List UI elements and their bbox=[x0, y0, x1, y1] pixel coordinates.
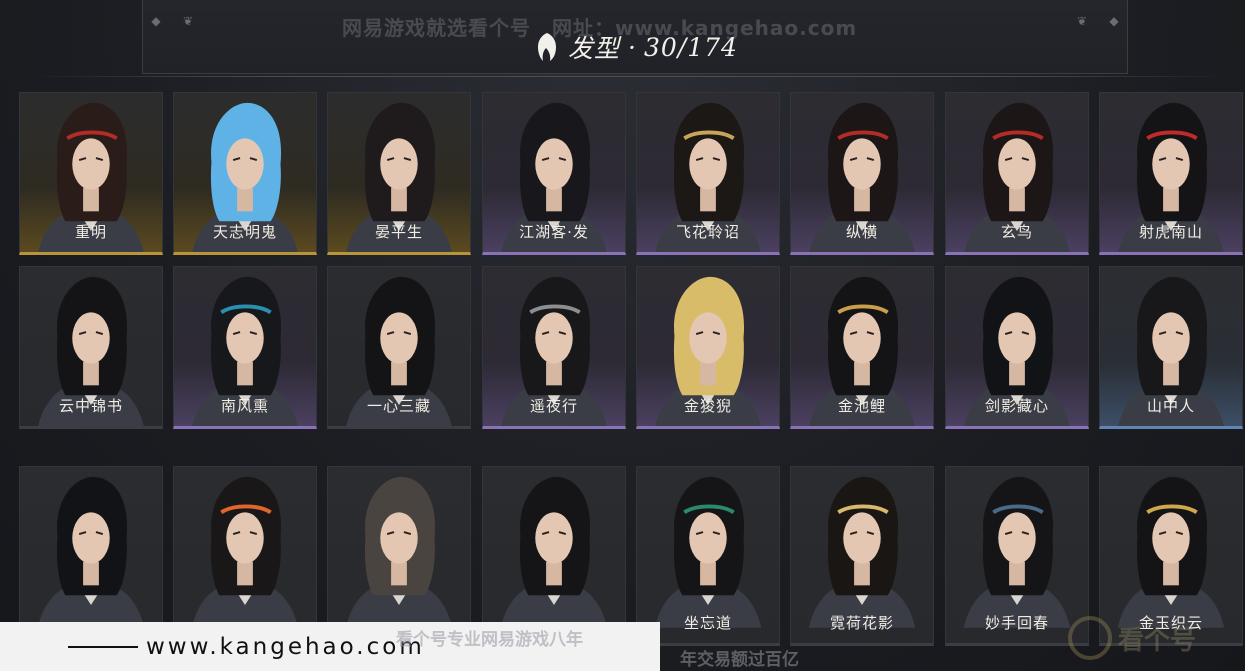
hair-icon bbox=[538, 33, 556, 61]
hairstyle-name: 金狻猊 bbox=[683, 397, 732, 415]
ornament-left-icon: ◆ bbox=[151, 14, 161, 28]
hairstyle-card[interactable] bbox=[173, 466, 317, 646]
hairstyle-name: 遥夜行 bbox=[529, 397, 578, 415]
watermark-url: www.kangehao.com bbox=[146, 633, 425, 660]
hairstyle-name: 云中锦书 bbox=[58, 397, 123, 415]
hairstyle-name: 山中人 bbox=[1146, 397, 1195, 415]
watermark-slogan: 看个号专业网易游戏八年 年交易额过百亿 bbox=[396, 630, 799, 670]
hairstyle-name: 剑影藏心 bbox=[984, 397, 1049, 415]
hairstyle-name: 江湖客·发 bbox=[519, 223, 589, 241]
hairstyle-card[interactable]: 纵横 bbox=[790, 92, 934, 255]
hairstyle-card[interactable]: 金池鲤 bbox=[790, 266, 934, 429]
watermark-slogan-line2: 年交易额过百亿 bbox=[680, 650, 799, 670]
hairstyle-card[interactable]: 晏平生 bbox=[327, 92, 471, 255]
watermark-logo-text: 看个号 bbox=[1118, 625, 1197, 656]
ornament-right-icon: ◆ bbox=[1109, 14, 1119, 28]
hairstyle-card[interactable]: 霓荷花影 bbox=[790, 466, 934, 646]
hairstyle-name: 南风熏 bbox=[220, 397, 269, 415]
hairstyle-card[interactable]: 天志明鬼 bbox=[173, 92, 317, 255]
hairstyle-name: 金池鲤 bbox=[837, 397, 886, 415]
hairstyle-card[interactable]: 南风熏 bbox=[173, 266, 317, 429]
hairstyle-count: 30/174 bbox=[643, 32, 738, 62]
hairstyle-portrait bbox=[654, 476, 762, 628]
hairstyle-card[interactable]: 飞花聆诏 bbox=[636, 92, 780, 255]
hairstyle-card[interactable]: 射虎南山 bbox=[1099, 92, 1243, 255]
hairstyle-card[interactable]: 山中人 bbox=[1099, 266, 1243, 429]
hairstyle-name: 飞花聆诏 bbox=[675, 223, 740, 241]
hairstyle-card[interactable]: 剑影藏心 bbox=[945, 266, 1089, 429]
hairstyle-name: 天志明鬼 bbox=[212, 223, 277, 241]
hairstyle-portrait bbox=[1117, 476, 1225, 628]
hairstyle-card[interactable]: 云中锦书 bbox=[19, 266, 163, 429]
watermark-logo-icon bbox=[1068, 616, 1112, 660]
hairstyle-portrait bbox=[191, 476, 299, 628]
hairstyle-name: 射虎南山 bbox=[1138, 223, 1203, 241]
hairstyle-portrait bbox=[808, 476, 916, 628]
hairstyle-name: 重明 bbox=[74, 223, 107, 241]
ornament-swirl-left-icon: ❦ bbox=[182, 14, 194, 28]
hairstyle-name: 妙手回春 bbox=[984, 614, 1049, 632]
ornament-swirl-right-icon: ❦ bbox=[1076, 14, 1088, 28]
page-title: 发型 bbox=[568, 34, 621, 63]
hairstyle-portrait bbox=[500, 476, 608, 628]
hairstyle-name: 一心三藏 bbox=[366, 397, 431, 415]
hairstyle-card[interactable]: 重明 bbox=[19, 92, 163, 255]
hairstyle-card[interactable] bbox=[19, 466, 163, 646]
hairstyle-card[interactable]: 坐忘道 bbox=[636, 466, 780, 646]
hairstyle-card[interactable]: 一心三藏 bbox=[327, 266, 471, 429]
hairstyle-name: 纵横 bbox=[845, 223, 878, 241]
hairstyle-portrait bbox=[345, 476, 453, 628]
hairstyle-name: 晏平生 bbox=[374, 223, 423, 241]
hairstyle-portrait bbox=[37, 476, 145, 628]
watermark-line bbox=[68, 645, 138, 648]
hairstyle-card[interactable] bbox=[327, 466, 471, 646]
watermark-logo: 看个号 bbox=[1068, 608, 1245, 668]
header-divider bbox=[28, 76, 1234, 77]
title-separator: · bbox=[628, 32, 636, 62]
hairstyle-card[interactable] bbox=[482, 466, 626, 646]
hairstyle-card[interactable]: 江湖客·发 bbox=[482, 92, 626, 255]
hairstyle-card[interactable]: 遥夜行 bbox=[482, 266, 626, 429]
hairstyle-portrait bbox=[963, 476, 1071, 628]
watermark-slogan-line1: 看个号专业网易游戏八年 bbox=[396, 630, 583, 650]
title-row: 发型 · 30/174 bbox=[534, 30, 738, 64]
hairstyle-card[interactable]: 玄鸟 bbox=[945, 92, 1089, 255]
hairstyle-name: 玄鸟 bbox=[1000, 223, 1033, 241]
hairstyle-card[interactable]: 金狻猊 bbox=[636, 266, 780, 429]
hairstyle-name: 霓荷花影 bbox=[829, 614, 894, 632]
